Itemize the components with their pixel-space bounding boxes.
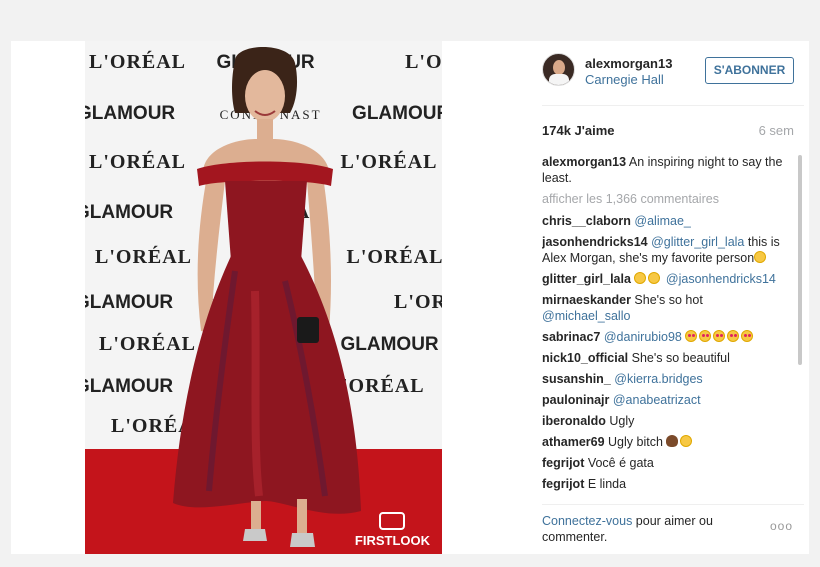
comment-item: sabrinac7 @danirubio98 <box>542 329 792 345</box>
comment-text: She's so hot <box>630 293 703 307</box>
comment-mention[interactable]: @danirubio98 <box>600 330 682 344</box>
comment-username[interactable]: pauloninajr <box>542 393 609 407</box>
post-time[interactable]: 6 sem <box>759 123 794 138</box>
comment-username[interactable]: mirnaeskander <box>542 293 631 307</box>
comment-item: iberonaldo Ugly <box>542 413 792 429</box>
caption-username[interactable]: alexmorgan13 <box>542 155 626 169</box>
view-all-comments-link[interactable]: afficher les 1,366 commentaires <box>542 191 792 207</box>
comment-username[interactable]: glitter_girl_lala <box>542 272 631 286</box>
divider <box>542 504 804 505</box>
comment-mention[interactable]: @michael_sallo <box>542 309 630 323</box>
comment-mention[interactable]: @alimae_ <box>631 214 690 228</box>
post-stats: 174k J'aime 6 sem <box>542 123 794 139</box>
comment-username[interactable]: fegrijot <box>542 456 584 470</box>
post-author-username[interactable]: alexmorgan13 <box>585 56 672 71</box>
post-photo[interactable]: L'ORÉAL GLAMOUR L'ORÉAL GLAMOUR CONDÉ NA… <box>85 41 442 554</box>
follow-button[interactable]: S'ABONNER <box>705 57 794 84</box>
watermark-text: FIRSTLOOK <box>354 533 430 548</box>
comment-mention[interactable]: @anabeatrizact <box>609 393 701 407</box>
more-options-icon[interactable]: ooo <box>770 519 793 533</box>
comment-item: fegrijot E linda <box>542 476 792 492</box>
post-side-panel: alexmorgan13 Carnegie Hall S'ABONNER 174… <box>529 41 809 554</box>
laughing-crying-emoji-icon <box>634 272 647 284</box>
comment-item: glitter_girl_lala @jasonhendricks14 <box>542 271 792 287</box>
post-header: alexmorgan13 Carnegie Hall S'ABONNER <box>542 53 797 93</box>
laughing-crying-emoji-icon <box>754 251 767 263</box>
comments-scrollbar[interactable] <box>797 152 803 501</box>
post-location[interactable]: Carnegie Hall <box>585 72 664 87</box>
post-card: L'ORÉAL GLAMOUR L'ORÉAL GLAMOUR CONDÉ NA… <box>11 41 809 554</box>
comment-username[interactable]: iberonaldo <box>542 414 606 428</box>
login-link[interactable]: Connectez-vous <box>542 514 632 528</box>
heart-eyes-emoji-icon <box>699 330 712 342</box>
comment-username[interactable]: fegrijot <box>542 477 584 491</box>
comment-username[interactable]: susanshin_ <box>542 372 611 386</box>
comment-text: Ugly <box>605 414 635 428</box>
comment-text: She's so beautiful <box>628 351 730 365</box>
comment-item: jasonhendricks14 @glitter_girl_lala this… <box>542 234 792 266</box>
scrollbar-thumb[interactable] <box>798 155 802 365</box>
comment-item: fegrijot Você é gata <box>542 455 792 471</box>
comment-mention[interactable]: @glitter_girl_lala <box>648 235 744 249</box>
comment-item: chris__claborn @alimae_ <box>542 213 792 229</box>
flushed-emoji-icon <box>680 435 693 447</box>
comment-text: Ugly bitch <box>604 435 667 449</box>
comment-item: pauloninajr @anabeatrizact <box>542 392 792 408</box>
heart-eyes-emoji-icon <box>713 330 726 342</box>
comment-text: Você é gata <box>584 456 654 470</box>
divider <box>542 105 804 106</box>
comment-username[interactable]: nick10_official <box>542 351 628 365</box>
camera-icon <box>379 512 406 530</box>
comments-list: alexmorgan13 An inspiring night to say t… <box>542 154 792 502</box>
login-prompt: Connectez-vous pour aimer ou commenter. <box>542 513 742 545</box>
heart-eyes-emoji-icon <box>741 330 754 342</box>
photo-watermark: FIRSTLOOK <box>355 512 430 548</box>
comment-mention[interactable]: @jasonhendricks14 <box>662 272 776 286</box>
comment-text: E linda <box>584 477 627 491</box>
comment-username[interactable]: jasonhendricks14 <box>542 235 648 249</box>
avatar[interactable] <box>542 53 575 86</box>
comment-mention[interactable]: @kierra.bridges <box>611 372 702 386</box>
comment-username[interactable]: athamer69 <box>542 435 605 449</box>
caption: alexmorgan13 An inspiring night to say t… <box>542 154 792 186</box>
heart-eyes-emoji-icon <box>685 330 698 342</box>
avatar-body <box>549 74 569 85</box>
laughing-crying-emoji-icon <box>648 272 661 284</box>
heart-eyes-emoji-icon <box>727 330 740 342</box>
comment-username[interactable]: chris__claborn <box>542 214 631 228</box>
comment-item: nick10_official She's so beautiful <box>542 350 792 366</box>
comment-item: mirnaeskander She's so hot @michael_sall… <box>542 292 792 324</box>
comment-item: susanshin_ @kierra.bridges <box>542 371 792 387</box>
comment-username[interactable]: sabrinac7 <box>542 330 600 344</box>
person-figure <box>173 47 361 547</box>
likes-count[interactable]: 174k J'aime <box>542 123 614 138</box>
poo-emoji-icon <box>666 435 679 447</box>
avatar-face <box>553 60 565 75</box>
comment-item: athamer69 Ugly bitch <box>542 434 792 450</box>
